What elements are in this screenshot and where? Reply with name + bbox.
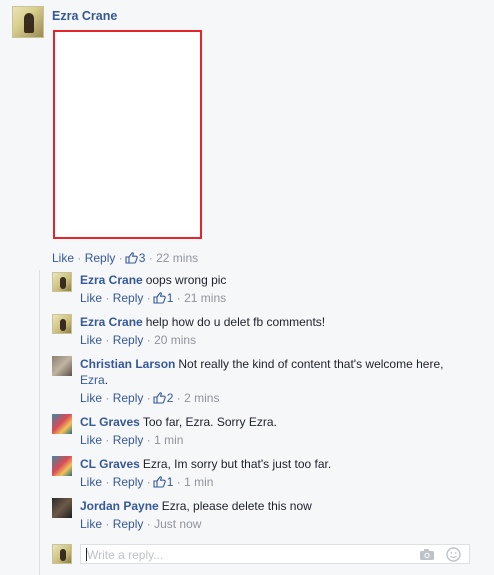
attached-photo[interactable]	[53, 30, 202, 239]
separator: ·	[105, 433, 110, 447]
separator: ·	[118, 251, 123, 265]
thumbs-up-icon[interactable]	[153, 476, 166, 492]
comment-author[interactable]: Ezra Crane	[52, 9, 117, 23]
thumbs-up-icon[interactable]	[153, 292, 166, 308]
avatar[interactable]	[52, 272, 72, 292]
reply-text: Ezra, please delete this now	[161, 499, 312, 513]
separator: ·	[176, 475, 181, 489]
reply-composer: Write a reply...	[52, 544, 482, 566]
separator: ·	[105, 291, 110, 305]
separator: ·	[146, 517, 151, 531]
separator: ·	[146, 291, 151, 305]
separator: ·	[105, 391, 110, 405]
mention-link[interactable]: Ezra	[80, 373, 105, 387]
timestamp[interactable]: 1 min	[184, 475, 213, 489]
separator: ·	[105, 333, 110, 347]
emoji-icon[interactable]	[446, 547, 461, 565]
thumbs-up-icon[interactable]	[125, 252, 138, 267]
reply-text: Ezra, Im sorry but that's just too far.	[142, 457, 332, 471]
reply-link[interactable]: Reply	[113, 475, 144, 489]
avatar[interactable]	[52, 414, 72, 434]
timestamp[interactable]: 2 mins	[184, 391, 219, 405]
reply-text: help how do u delet fb comments!	[145, 315, 326, 329]
separator: ·	[77, 251, 82, 265]
comment-actions: Like · Reply · 3 · 22 mins	[52, 251, 198, 267]
thumbs-up-icon[interactable]	[153, 392, 166, 408]
reply-link[interactable]: Reply	[113, 433, 144, 447]
reply-link[interactable]: Reply	[85, 251, 116, 265]
separator: ·	[146, 433, 151, 447]
timestamp[interactable]: 22 mins	[156, 251, 198, 265]
mention-suffix: .	[104, 373, 109, 387]
like-link[interactable]: Like	[80, 433, 102, 447]
avatar[interactable]	[52, 314, 72, 334]
avatar[interactable]	[52, 498, 72, 518]
avatar[interactable]	[12, 6, 44, 38]
reply-author[interactable]: Christian Larson	[80, 357, 175, 371]
reply-author[interactable]: CL Graves	[80, 457, 140, 471]
like-link[interactable]: Like	[80, 517, 102, 531]
reply-link[interactable]: Reply	[113, 517, 144, 531]
separator: ·	[146, 333, 151, 347]
reply-link[interactable]: Reply	[113, 333, 144, 347]
reply-text: Not really the kind of content that's we…	[178, 357, 444, 371]
timestamp[interactable]: 21 mins	[184, 291, 226, 305]
like-link[interactable]: Like	[80, 391, 102, 405]
timestamp[interactable]: 1 min	[154, 433, 183, 447]
avatar[interactable]	[52, 356, 72, 376]
reply-author[interactable]: Jordan Payne	[80, 499, 159, 513]
like-count[interactable]: 2	[167, 391, 174, 405]
separator: ·	[146, 391, 151, 405]
like-link[interactable]: Like	[80, 475, 102, 489]
reply-link[interactable]: Reply	[113, 391, 144, 405]
reply-author[interactable]: Ezra Crane	[80, 273, 143, 287]
like-count[interactable]: 1	[167, 291, 174, 305]
like-count[interactable]: 1	[167, 475, 174, 489]
reply-author[interactable]: Ezra Crane	[80, 315, 143, 329]
thread-line	[39, 270, 40, 575]
reply-actions: Like · Reply · 1 min	[80, 432, 480, 448]
reply-text: Too far, Ezra. Sorry Ezra.	[142, 415, 277, 429]
like-link[interactable]: Like	[80, 333, 102, 347]
reply-actions: Like · Reply · 1 · 1 min	[80, 474, 480, 492]
like-link[interactable]: Like	[80, 291, 102, 305]
avatar[interactable]	[52, 456, 72, 476]
separator: ·	[148, 251, 153, 265]
reply-author[interactable]: CL Graves	[80, 415, 140, 429]
avatar	[52, 544, 72, 564]
like-count[interactable]: 3	[139, 251, 146, 265]
like-link[interactable]: Like	[52, 251, 74, 265]
separator: ·	[176, 391, 181, 405]
reply-text: oops wrong pic	[145, 273, 227, 287]
reply-actions: Like · Reply · 2 · 2 mins	[80, 390, 480, 408]
reply-link[interactable]: Reply	[113, 291, 144, 305]
reply-actions: Like · Reply · 20 mins	[80, 332, 480, 348]
reply-placeholder: Write a reply...	[87, 548, 164, 562]
timestamp[interactable]: 20 mins	[154, 333, 196, 347]
separator: ·	[146, 475, 151, 489]
timestamp[interactable]: Just now	[154, 517, 201, 531]
reply-actions: Like · Reply · Just now	[80, 516, 480, 532]
reply-actions: Like · Reply · 1 · 21 mins	[80, 290, 480, 308]
separator: ·	[105, 475, 110, 489]
separator: ·	[105, 517, 110, 531]
reply-input[interactable]: Write a reply...	[80, 544, 470, 564]
separator: ·	[176, 291, 181, 305]
camera-icon[interactable]	[419, 548, 435, 564]
